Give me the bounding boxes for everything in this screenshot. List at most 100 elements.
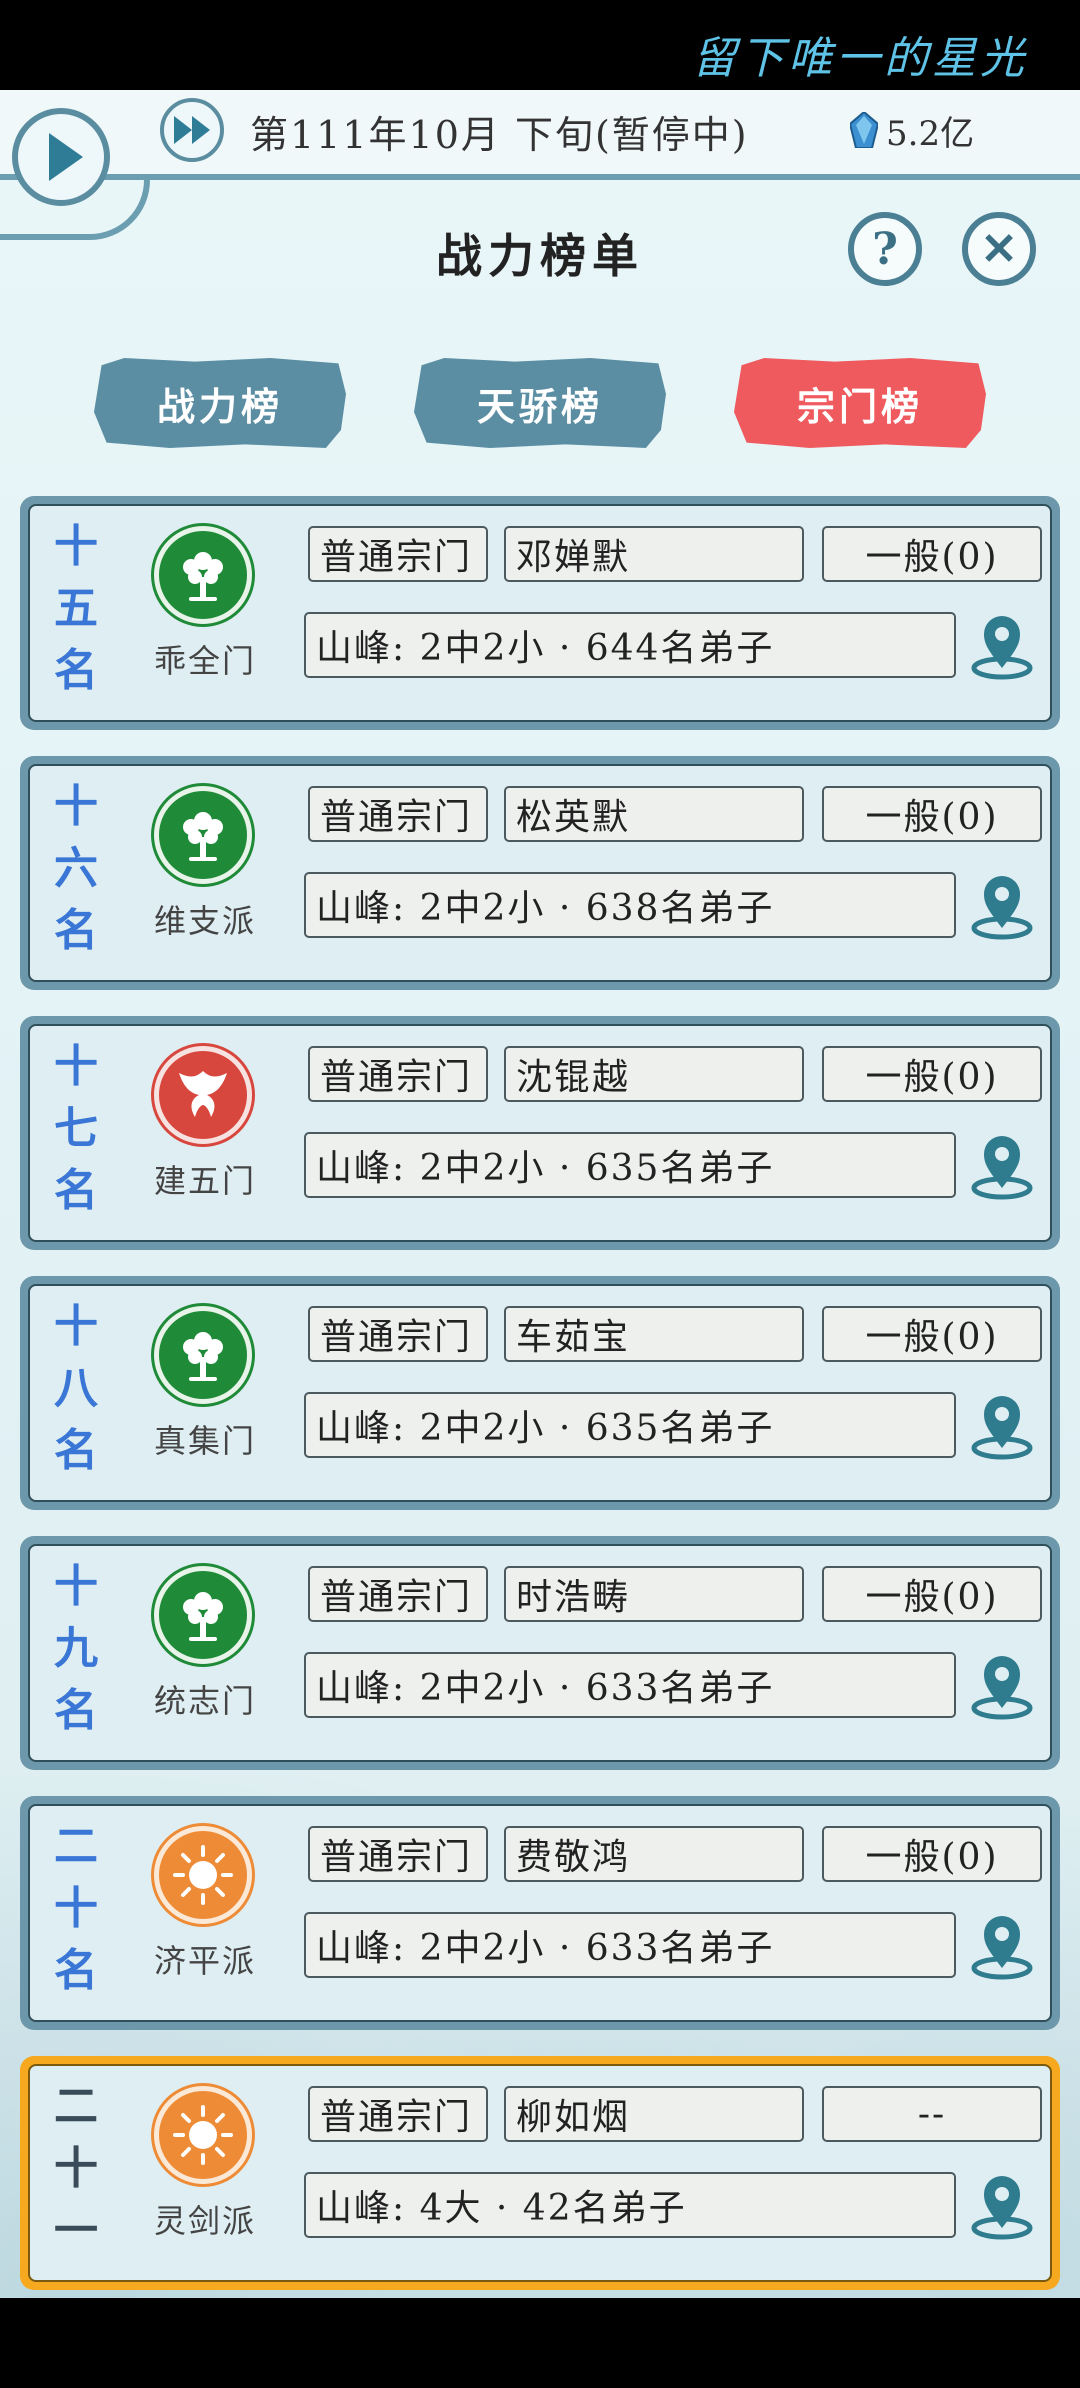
rank-label: 十八名 xyxy=(50,1296,102,1482)
location-pin-icon[interactable] xyxy=(966,870,1038,942)
rank-char: 九 xyxy=(54,1623,98,1674)
navigation-bar xyxy=(0,2298,1080,2388)
ranking-card-body: 二十名 济平派 普通宗门 费敬鸿 一般(0) 山峰: 2中2小 · 633名弟子 xyxy=(28,1804,1052,2022)
tree-emblem-icon xyxy=(154,786,252,884)
sun-emblem-icon xyxy=(154,2086,252,2184)
ranking-card[interactable]: 十八名 真集门 普通宗门 车茹宝 一般(0) 山峰: 2中2小 · 635名弟子 xyxy=(20,1276,1060,1510)
rank-char: 五 xyxy=(54,583,98,634)
location-pin-icon[interactable] xyxy=(966,1390,1038,1462)
tree-emblem-icon xyxy=(154,526,252,624)
sect-leader-field: 柳如烟 xyxy=(504,2086,804,2142)
peak-info-field: 山峰: 2中2小 · 633名弟子 xyxy=(304,1912,956,1978)
rank-char: 名 xyxy=(54,1165,98,1216)
sect-leader-field: 邓婵默 xyxy=(504,526,804,582)
time-status-strip: 第111年10月 下旬(暂停中) 5.2亿 xyxy=(0,90,1080,180)
location-pin-icon[interactable] xyxy=(966,610,1038,682)
peak-info-field: 山峰: 2中2小 · 633名弟子 xyxy=(304,1652,956,1718)
tab-prodigy-ranking[interactable]: 天骄榜 xyxy=(414,358,666,448)
play-button[interactable] xyxy=(12,108,110,206)
game-title: 留下唯一的星光 xyxy=(692,33,1028,84)
sect-name: 真集门 xyxy=(153,1422,256,1460)
sect-type-field: 普通宗门 xyxy=(308,1826,488,1882)
rank-char: 名 xyxy=(54,1945,98,1996)
play-icon xyxy=(49,133,83,181)
rank-label: 十六名 xyxy=(50,776,102,962)
location-pin-icon[interactable] xyxy=(966,1650,1038,1722)
sect-name: 济平派 xyxy=(153,1942,256,1980)
peak-info-field: 山峰: 2中2小 · 644名弟子 xyxy=(304,612,956,678)
ranking-card-body: 十八名 真集门 普通宗门 车茹宝 一般(0) 山峰: 2中2小 · 635名弟子 xyxy=(28,1284,1052,1502)
peak-info-field: 山峰: 2中2小 · 638名弟子 xyxy=(304,872,956,938)
location-pin-icon[interactable] xyxy=(966,1910,1038,1982)
ranking-card-body: 二十一 灵剑派 普通宗门 柳如烟 -- 山峰: 4大 · 42名弟子 xyxy=(28,2064,1052,2282)
ranking-card[interactable]: 十五名 乖全门 普通宗门 邓婵默 一般(0) 山峰: 2中2小 · 644名弟子 xyxy=(20,496,1060,730)
location-pin-icon[interactable] xyxy=(966,2170,1038,2242)
relation-field: -- xyxy=(822,2086,1042,2142)
sect-name: 统志门 xyxy=(153,1682,256,1720)
ranking-card[interactable]: 十六名 维支派 普通宗门 松英默 一般(0) 山峰: 2中2小 · 638名弟子 xyxy=(20,756,1060,990)
sect-name: 灵剑派 xyxy=(153,2202,256,2240)
rank-label: 二十一 xyxy=(50,2076,102,2262)
location-pin-icon[interactable] xyxy=(966,1130,1038,1202)
sect-leader-field: 车茹宝 xyxy=(504,1306,804,1362)
sect-leader-field: 费敬鸿 xyxy=(504,1826,804,1882)
rank-char: 十 xyxy=(54,521,98,572)
rank-char: 十 xyxy=(54,781,98,832)
sect-name: 建五门 xyxy=(153,1162,256,1200)
rank-char: 六 xyxy=(54,843,98,894)
tab-sect-ranking[interactable]: 宗门榜 xyxy=(734,358,986,448)
ranking-card[interactable]: 二十一 灵剑派 普通宗门 柳如烟 -- 山峰: 4大 · 42名弟子 xyxy=(20,2056,1060,2290)
relation-field: 一般(0) xyxy=(822,1566,1042,1622)
sect-type-field: 普通宗门 xyxy=(308,786,488,842)
sect-leader-field: 沈锟越 xyxy=(504,1046,804,1102)
rank-char: 一 xyxy=(54,2205,98,2256)
sun-emblem-icon xyxy=(154,1826,252,1924)
close-button[interactable]: ✕ xyxy=(962,212,1036,286)
ranking-card[interactable]: 十九名 统志门 普通宗门 时浩畴 一般(0) 山峰: 2中2小 · 633名弟子 xyxy=(20,1536,1060,1770)
sect-name: 维支派 xyxy=(153,902,256,940)
sect-leader-field: 时浩畴 xyxy=(504,1566,804,1622)
rank-label: 十七名 xyxy=(50,1036,102,1222)
sect-name: 乖全门 xyxy=(153,642,256,680)
rank-char: 二 xyxy=(54,2081,98,2132)
rank-char: 八 xyxy=(54,1363,98,1414)
rank-label: 十九名 xyxy=(50,1556,102,1742)
sect-type-field: 普通宗门 xyxy=(308,2086,488,2142)
rank-char: 十 xyxy=(54,1301,98,1352)
sect-leader-field: 松英默 xyxy=(504,786,804,842)
sect-type-field: 普通宗门 xyxy=(308,1566,488,1622)
peak-info-field: 山峰: 4大 · 42名弟子 xyxy=(304,2172,956,2238)
game-screen: 第111年10月 下旬(暂停中) 5.2亿 战力榜单 ? ✕ 战力榜 天骄榜 宗… xyxy=(0,90,1080,2298)
sect-type-field: 普通宗门 xyxy=(308,526,488,582)
help-button[interactable]: ? xyxy=(848,212,922,286)
currency-amount: 5.2亿 xyxy=(886,114,975,154)
relation-field: 一般(0) xyxy=(822,1826,1042,1882)
ranking-card[interactable]: 十七名 建五门 普通宗门 沈锟越 一般(0) 山峰: 2中2小 · 635名弟子 xyxy=(20,1016,1060,1250)
rank-char: 十 xyxy=(54,2143,98,2194)
rank-label: 二十名 xyxy=(50,1816,102,2002)
fast-forward-icon xyxy=(174,116,210,144)
rank-char: 名 xyxy=(54,1425,98,1476)
ranking-card-body: 十九名 统志门 普通宗门 时浩畴 一般(0) 山峰: 2中2小 · 633名弟子 xyxy=(28,1544,1052,1762)
rank-char: 二 xyxy=(54,1821,98,1872)
close-icon: ✕ xyxy=(980,223,1018,275)
phoenix-emblem-icon xyxy=(154,1046,252,1144)
sect-type-field: 普通宗门 xyxy=(308,1306,488,1362)
relation-field: 一般(0) xyxy=(822,1046,1042,1102)
rank-char: 名 xyxy=(54,645,98,696)
top-status-bar: 留下唯一的星光 xyxy=(0,0,1080,90)
ranking-card[interactable]: 二十名 济平派 普通宗门 费敬鸿 一般(0) 山峰: 2中2小 · 633名弟子 xyxy=(20,1796,1060,2030)
ranking-card-body: 十五名 乖全门 普通宗门 邓婵默 一般(0) 山峰: 2中2小 · 644名弟子 xyxy=(28,504,1052,722)
rank-char: 名 xyxy=(54,905,98,956)
rank-label: 十五名 xyxy=(50,516,102,702)
tree-emblem-icon xyxy=(154,1306,252,1404)
tab-power-ranking[interactable]: 战力榜 xyxy=(94,358,346,448)
rank-char: 十 xyxy=(54,1041,98,1092)
sect-type-field: 普通宗门 xyxy=(308,1046,488,1102)
relation-field: 一般(0) xyxy=(822,526,1042,582)
relation-field: 一般(0) xyxy=(822,786,1042,842)
tree-emblem-icon xyxy=(154,1566,252,1664)
ranking-card-body: 十六名 维支派 普通宗门 松英默 一般(0) 山峰: 2中2小 · 638名弟子 xyxy=(28,764,1052,982)
fast-forward-button[interactable] xyxy=(160,98,224,162)
peak-info-field: 山峰: 2中2小 · 635名弟子 xyxy=(304,1132,956,1198)
